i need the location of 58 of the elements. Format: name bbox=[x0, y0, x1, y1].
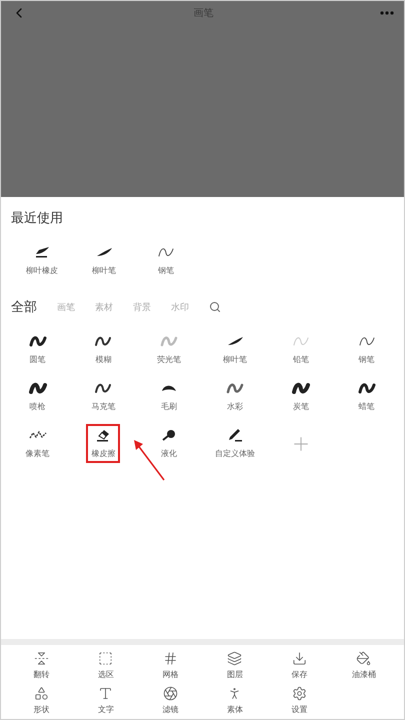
brush-stroke-icon bbox=[292, 381, 310, 395]
brush-item[interactable]: 喷枪 bbox=[24, 377, 52, 416]
toolbar-button[interactable]: 滤镜 bbox=[138, 686, 202, 715]
brush-item[interactable]: 柳叶笔 bbox=[218, 330, 252, 369]
brush-item[interactable]: 钢笔 bbox=[352, 330, 381, 369]
brush-item[interactable]: 橡皮擦 bbox=[86, 424, 120, 463]
brush-stroke-icon bbox=[160, 334, 178, 348]
brush-stroke-icon bbox=[358, 381, 376, 395]
category-tab[interactable]: 全部 bbox=[11, 298, 37, 316]
toolbar-button[interactable]: 网格 bbox=[138, 651, 202, 680]
download-icon bbox=[292, 651, 307, 666]
layers-icon bbox=[227, 651, 242, 666]
more-button[interactable] bbox=[380, 11, 394, 15]
brush-stroke-icon bbox=[28, 381, 46, 395]
brush-item[interactable]: 铅笔 bbox=[286, 330, 315, 369]
recent-brush[interactable]: 柳叶笔 bbox=[87, 241, 121, 280]
brush-item[interactable]: 炭笔 bbox=[286, 377, 315, 416]
grid-icon bbox=[162, 651, 178, 666]
brush-item[interactable]: 像素笔 bbox=[20, 424, 54, 463]
flip-icon bbox=[34, 651, 49, 666]
toolbar-button[interactable]: 保存 bbox=[267, 651, 332, 680]
paint-bucket-icon bbox=[356, 651, 372, 666]
recent-brush[interactable]: 钢笔 bbox=[152, 241, 180, 280]
brush-item[interactable]: 荧光笔 bbox=[152, 330, 186, 369]
selection-icon bbox=[98, 651, 114, 666]
toolbar-button[interactable]: 翻转 bbox=[9, 651, 74, 680]
brush-stroke-icon bbox=[94, 334, 112, 348]
brush-item[interactable]: 自定义体验 bbox=[210, 424, 260, 463]
toolbar-button[interactable]: 文字 bbox=[74, 686, 138, 715]
toolbar-button[interactable]: 图层 bbox=[202, 651, 267, 680]
search-icon bbox=[209, 301, 221, 313]
toolbar-button[interactable]: 形状 bbox=[9, 686, 74, 715]
eraser-icon bbox=[33, 245, 51, 259]
brush-item[interactable]: 圆笔 bbox=[24, 330, 52, 369]
leaf-stroke-icon bbox=[226, 334, 244, 348]
settings-icon bbox=[292, 686, 307, 701]
shapes-icon bbox=[34, 686, 49, 701]
brush-item[interactable]: 液化 bbox=[155, 424, 184, 463]
toolbar-button[interactable]: 选区 bbox=[74, 651, 138, 680]
brush-stroke-icon bbox=[226, 381, 244, 395]
toolbar-button[interactable]: 素体 bbox=[202, 686, 267, 715]
recent-brush[interactable]: 柳叶橡皮 bbox=[21, 241, 63, 280]
brush-item[interactable]: 毛刷 bbox=[155, 377, 184, 416]
brush-stroke-icon bbox=[94, 381, 112, 395]
brush-stroke-icon bbox=[28, 334, 46, 348]
toolbar-button[interactable]: 油漆桶 bbox=[332, 651, 396, 680]
brush-item[interactable]: 蜡笔 bbox=[352, 377, 381, 416]
brush-item[interactable]: 水彩 bbox=[221, 377, 249, 416]
toolbar-button[interactable]: 设置 bbox=[267, 686, 332, 715]
brush-item[interactable]: 模糊 bbox=[89, 330, 118, 369]
brush-item[interactable]: 马克笔 bbox=[86, 377, 120, 416]
leaf-stroke-icon bbox=[95, 245, 113, 259]
filter-icon bbox=[162, 686, 178, 701]
more-icon bbox=[380, 11, 394, 15]
section-title: 最近使用 bbox=[11, 210, 64, 227]
pen-icon bbox=[226, 428, 244, 442]
search-button[interactable] bbox=[209, 301, 221, 313]
text-icon bbox=[98, 686, 114, 701]
